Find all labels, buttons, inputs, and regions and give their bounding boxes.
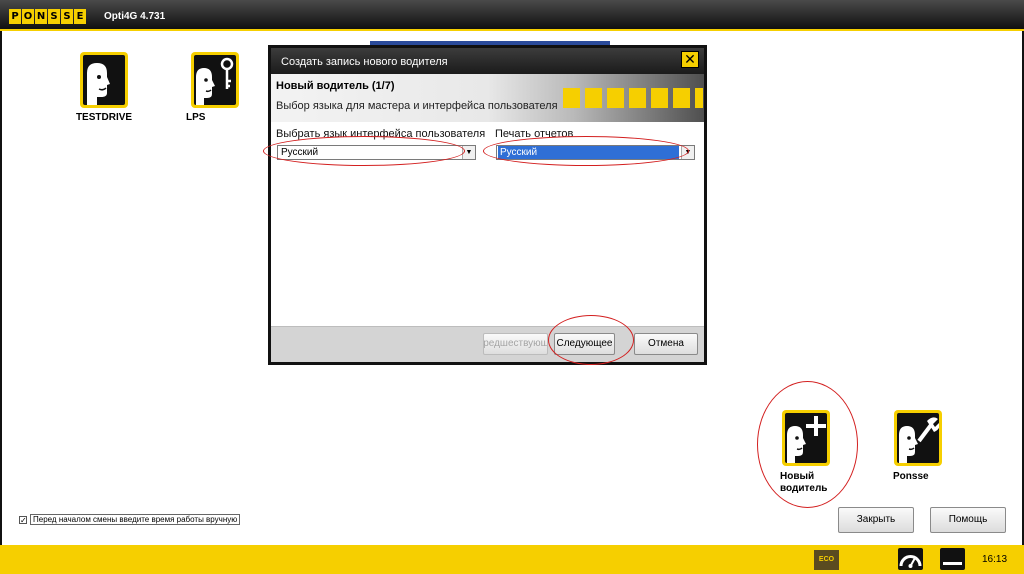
wizard-step-title: Новый водитель (1/7) [276, 80, 395, 92]
desktop-icon-label: Новый водитель [780, 471, 828, 494]
dialog-title: Создать запись нового водителя [271, 48, 704, 74]
ponsse-logo: P O N S S E [9, 9, 86, 24]
desktop-icon-label: LPS [186, 112, 206, 123]
lps-key-icon[interactable] [191, 52, 239, 108]
minimize-icon[interactable] [940, 548, 965, 570]
desktop-icon-label: TESTDRIVE [75, 112, 133, 123]
desktop-icon-label: Ponsse [893, 471, 929, 482]
manual-time-checkbox[interactable]: ✓ [19, 515, 27, 524]
logo-letter: N [35, 9, 47, 24]
annotation-ring [263, 136, 465, 166]
status-bar: ECO 16:13 [0, 545, 1024, 574]
ponsse-wrench-icon[interactable] [894, 410, 942, 466]
dialog-body: Новый водитель (1/7) Выбор языка для мас… [271, 74, 704, 362]
background-window-edge [370, 41, 610, 45]
wizard-step-subtitle: Выбор языка для мастера и интерфейса пол… [276, 100, 558, 112]
logo-letter: O [22, 9, 34, 24]
manual-time-option[interactable]: ✓ Перед началом смены введите время рабо… [19, 514, 241, 525]
new-driver-dialog: Создать запись нового водителя ✕ Новый в… [268, 41, 707, 365]
gauge-icon[interactable] [898, 548, 923, 570]
annotation-ring [548, 315, 634, 365]
previous-button[interactable]: Предшествующий [483, 333, 548, 355]
help-button[interactable]: Помощь [930, 507, 1006, 533]
clock: 16:13 [982, 554, 1008, 565]
new-driver-add-icon[interactable] [782, 410, 830, 466]
close-icon[interactable]: ✕ [681, 51, 699, 68]
testdrive-icon[interactable] [80, 52, 128, 108]
cancel-button[interactable]: Отмена [634, 333, 698, 355]
logo-letter: S [48, 9, 60, 24]
wizard-header: Новый водитель (1/7) Выбор языка для мас… [271, 74, 704, 122]
annotation-ring [483, 136, 689, 166]
logo-letter: S [61, 9, 73, 24]
dialog-footer: Предшествующий Следующее Отмена [271, 326, 704, 362]
manual-time-label: Перед началом смены введите время работы… [30, 514, 241, 525]
logo-letter: P [9, 9, 21, 24]
app-title: Opti4G 4.731 [104, 11, 166, 22]
eco-mode-button[interactable]: ECO [814, 550, 839, 570]
close-button[interactable]: Закрыть [838, 507, 914, 533]
top-bar: P O N S S E Opti4G 4.731 [0, 0, 1024, 31]
progress-squares [563, 88, 703, 108]
logo-letter: E [74, 9, 86, 24]
